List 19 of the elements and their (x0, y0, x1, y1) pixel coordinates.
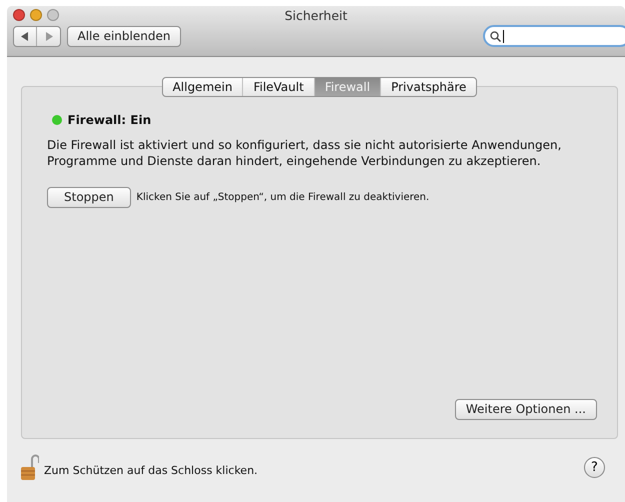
status-label: Firewall: Ein (68, 112, 152, 129)
search-field[interactable] (483, 25, 625, 47)
stop-button[interactable]: Stoppen (47, 187, 131, 208)
show-all-button[interactable]: Alle einblenden (66, 26, 182, 46)
lock-text: Zum Schützen auf das Schloss klicken. (44, 463, 258, 480)
minimize-button[interactable] (30, 9, 42, 21)
left-triangle-icon (21, 32, 29, 40)
help-button[interactable]: ? (584, 457, 605, 478)
close-button[interactable] (13, 9, 25, 21)
tab[interactable]: Allgemein (162, 78, 244, 96)
tab[interactable]: Privatsphäre (381, 78, 476, 96)
hint-text: Klicken Sie auf „Stoppen“, um die Firewall zu deaktivieren. (136, 191, 430, 205)
unlocked-padlock-icon[interactable] (21, 454, 39, 481)
description-text: Die Firewall ist aktiviert und so konfiguriert, dass sie nicht autorisierte Anwendungen, Programme und Dienste daran hindert, eingehende Verbindungen zu akzeptieren. (47, 137, 562, 169)
window-title: Sicherheit (284, 7, 348, 25)
search-icon (490, 30, 501, 42)
zoom-button[interactable] (47, 9, 59, 21)
options-button[interactable]: Weitere Optionen ... (454, 399, 597, 420)
right-triangle-icon (44, 32, 52, 40)
